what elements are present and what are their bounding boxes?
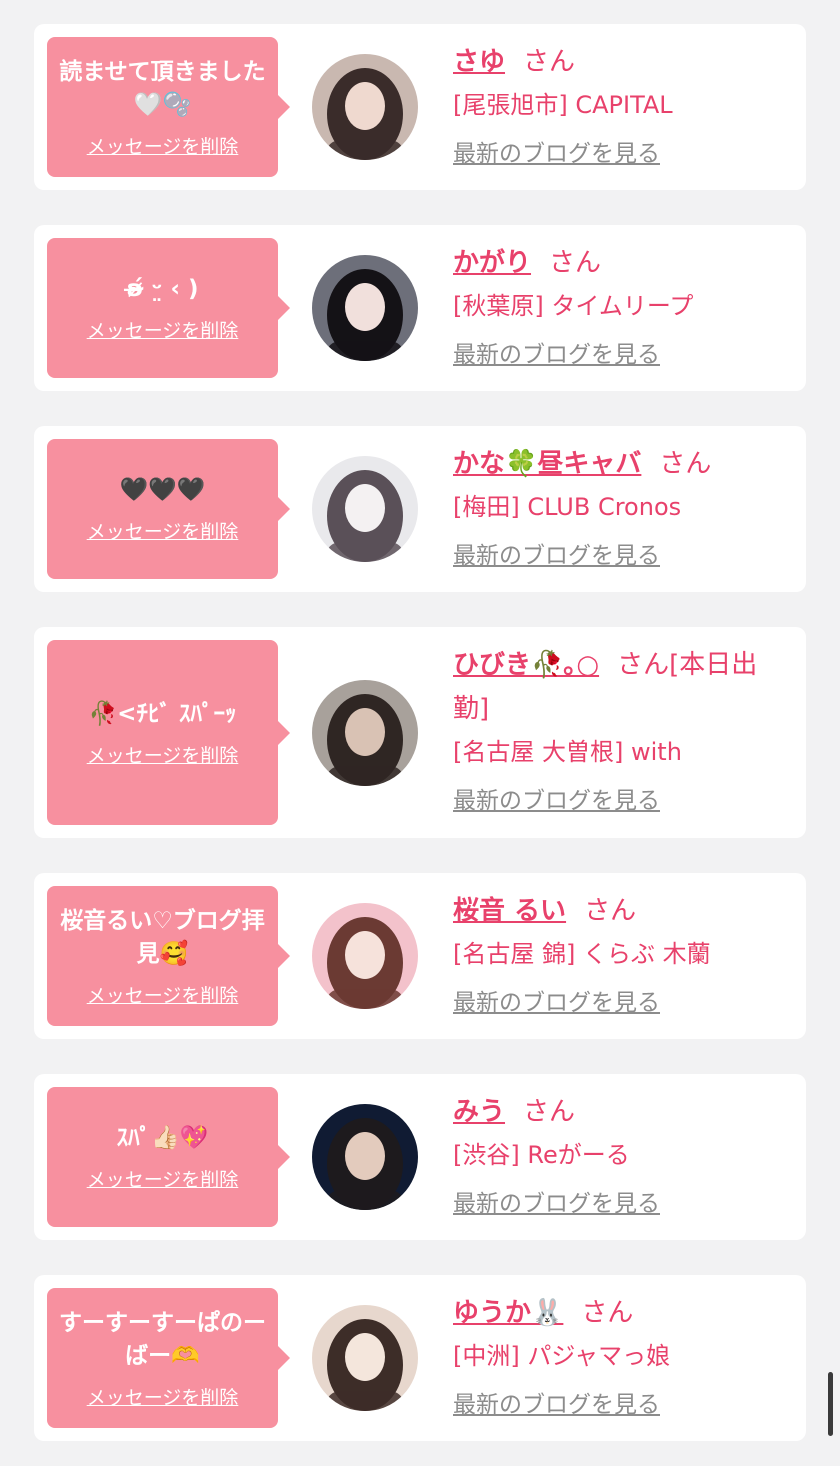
message-bubble: 🥀<ﾁﾋﾞ ｽﾊﾟｰｯ メッセージを削除 xyxy=(47,640,290,825)
latest-blog-link[interactable]: 最新のブログを見る xyxy=(453,983,660,1017)
message-text: 🖤🖤🖤 xyxy=(119,477,206,503)
shop-label: [渋谷] Reがーる xyxy=(453,1141,630,1169)
latest-blog-link[interactable]: 最新のブログを見る xyxy=(453,781,660,815)
message-text: すーすーすーぱのーばー🫶 xyxy=(59,1309,266,1369)
message-card: 読ませて頂きました🤍🫧 メッセージを削除 さゆ さん [尾張旭市] CAPITAL 最新の… xyxy=(34,24,806,190)
honorific: さん xyxy=(584,896,637,926)
name-line: かがり さん xyxy=(453,241,793,285)
message-card: ｽﾊﾟ👍🏻💖 メッセージを削除 みう さん [渋谷] Reがーる最新のブログを見る xyxy=(34,1074,806,1240)
avatar[interactable] xyxy=(312,1104,418,1210)
delete-message-link[interactable]: メッセージを削除 xyxy=(87,981,239,1008)
avatar[interactable] xyxy=(312,255,418,361)
delete-message-link[interactable]: メッセージを削除 xyxy=(87,132,239,159)
message-bubble: 桜音るい♡ブログ拝見🥰 メッセージを削除 xyxy=(47,886,290,1026)
name-line: みう さん xyxy=(453,1090,793,1134)
message-bubble: 読ませて頂きました🤍🫧 メッセージを削除 xyxy=(47,37,290,177)
profile-info: ひびき🥀｡○ さん[本日出勤] [名古屋 大曽根] with 最新のブログを見る xyxy=(453,643,793,815)
message-text: 読ませて頂きました🤍🫧 xyxy=(59,58,266,118)
message-text: ʚ̴̶̷́ ᵕ̤ ‹ ) xyxy=(126,276,199,302)
girl-name-link[interactable]: かな🍀昼キャバ xyxy=(453,449,641,479)
name-line: ゆうか🐰 さん xyxy=(453,1291,793,1335)
honorific: さん xyxy=(659,449,712,479)
shop-label: [中洲] パジャマっ娘 xyxy=(453,1342,671,1370)
profile-info: かがり さん [秋葉原] タイムリープ最新のブログを見る xyxy=(453,241,793,369)
girl-name-link[interactable]: かがり xyxy=(453,248,531,278)
name-line: さゆ さん xyxy=(453,40,793,84)
avatar[interactable] xyxy=(312,456,418,562)
message-card: 桜音るい♡ブログ拝見🥰 メッセージを削除 桜音 るい さん [名古屋 錦] くらぶ 木蘭… xyxy=(34,873,806,1039)
message-card: すーすーすーぱのーばー🫶 メッセージを削除 ゆうか🐰 さん [中洲] パジャマっ娘最新の… xyxy=(34,1275,806,1441)
delete-message-link[interactable]: メッセージを削除 xyxy=(87,316,239,343)
delete-message-link[interactable]: メッセージを削除 xyxy=(87,517,239,544)
shop-label: [名古屋 大曽根] with xyxy=(453,738,682,766)
profile-info: かな🍀昼キャバ さん [梅田] CLUB Cronos 最新のブログを見る xyxy=(453,442,793,570)
profile-info: ゆうか🐰 さん [中洲] パジャマっ娘最新のブログを見る xyxy=(453,1291,793,1419)
message-bubble: ｽﾊﾟ👍🏻💖 メッセージを削除 xyxy=(47,1087,290,1227)
delete-message-link[interactable]: メッセージを削除 xyxy=(87,1383,239,1410)
avatar[interactable] xyxy=(312,54,418,160)
scrollbar[interactable] xyxy=(828,1372,833,1436)
girl-name-link[interactable]: ゆうか🐰 xyxy=(453,1298,563,1328)
delete-message-link[interactable]: メッセージを削除 xyxy=(87,1165,239,1192)
avatar[interactable] xyxy=(312,680,418,786)
message-text: ｽﾊﾟ👍🏻💖 xyxy=(116,1125,209,1151)
girl-name-link[interactable]: さゆ xyxy=(453,47,505,77)
honorific: さん xyxy=(549,248,602,278)
name-line: ひびき🥀｡○ さん[本日出勤] xyxy=(453,643,793,731)
girl-name-link[interactable]: ひびき🥀｡○ xyxy=(453,650,599,680)
delete-message-link[interactable]: メッセージを削除 xyxy=(87,741,239,768)
message-card: 🖤🖤🖤 メッセージを削除 かな🍀昼キャバ さん [梅田] CLUB Cronos 最新のブ… xyxy=(34,426,806,592)
profile-info: みう さん [渋谷] Reがーる最新のブログを見る xyxy=(453,1090,793,1218)
avatar[interactable] xyxy=(312,903,418,1009)
honorific: さん xyxy=(581,1298,634,1328)
message-bubble: ʚ̴̶̷́ ᵕ̤ ‹ ) メッセージを削除 xyxy=(47,238,290,378)
profile-info: 桜音 るい さん [名古屋 錦] くらぶ 木蘭最新のブログを見る xyxy=(453,889,793,1017)
shop-label: [秋葉原] タイムリープ xyxy=(453,292,694,320)
profile-info: さゆ さん [尾張旭市] CAPITAL 最新のブログを見る xyxy=(453,40,793,168)
shop-label: [梅田] CLUB Cronos xyxy=(453,493,682,521)
name-line: かな🍀昼キャバ さん xyxy=(453,442,793,486)
latest-blog-link[interactable]: 最新のブログを見る xyxy=(453,1184,660,1218)
honorific: さん xyxy=(523,1097,576,1127)
latest-blog-link[interactable]: 最新のブログを見る xyxy=(453,1385,660,1419)
message-card: ʚ̴̶̷́ ᵕ̤ ‹ ) メッセージを削除 かがり さん [秋葉原] タイムリープ最新の… xyxy=(34,225,806,391)
shop-label: [名古屋 錦] くらぶ 木蘭 xyxy=(453,940,711,968)
message-text: 🥀<ﾁﾋﾞ ｽﾊﾟｰｯ xyxy=(88,700,237,727)
latest-blog-link[interactable]: 最新のブログを見る xyxy=(453,536,660,570)
honorific: さん xyxy=(617,650,670,680)
message-card: 🥀<ﾁﾋﾞ ｽﾊﾟｰｯ メッセージを削除 ひびき🥀｡○ さん[本日出勤] [名古屋 大曽… xyxy=(34,627,806,838)
girl-name-link[interactable]: 桜音 るい xyxy=(453,896,566,926)
message-text: 桜音るい♡ブログ拝見🥰 xyxy=(60,907,265,967)
shop-label: [尾張旭市] CAPITAL xyxy=(453,91,673,119)
message-bubble: 🖤🖤🖤 メッセージを削除 xyxy=(47,439,290,579)
latest-blog-link[interactable]: 最新のブログを見る xyxy=(453,335,660,369)
honorific: さん xyxy=(523,47,576,77)
avatar[interactable] xyxy=(312,1305,418,1411)
latest-blog-link[interactable]: 最新のブログを見る xyxy=(453,134,660,168)
message-bubble: すーすーすーぱのーばー🫶 メッセージを削除 xyxy=(47,1288,290,1428)
name-line: 桜音 るい さん xyxy=(453,889,793,933)
girl-name-link[interactable]: みう xyxy=(453,1097,505,1127)
